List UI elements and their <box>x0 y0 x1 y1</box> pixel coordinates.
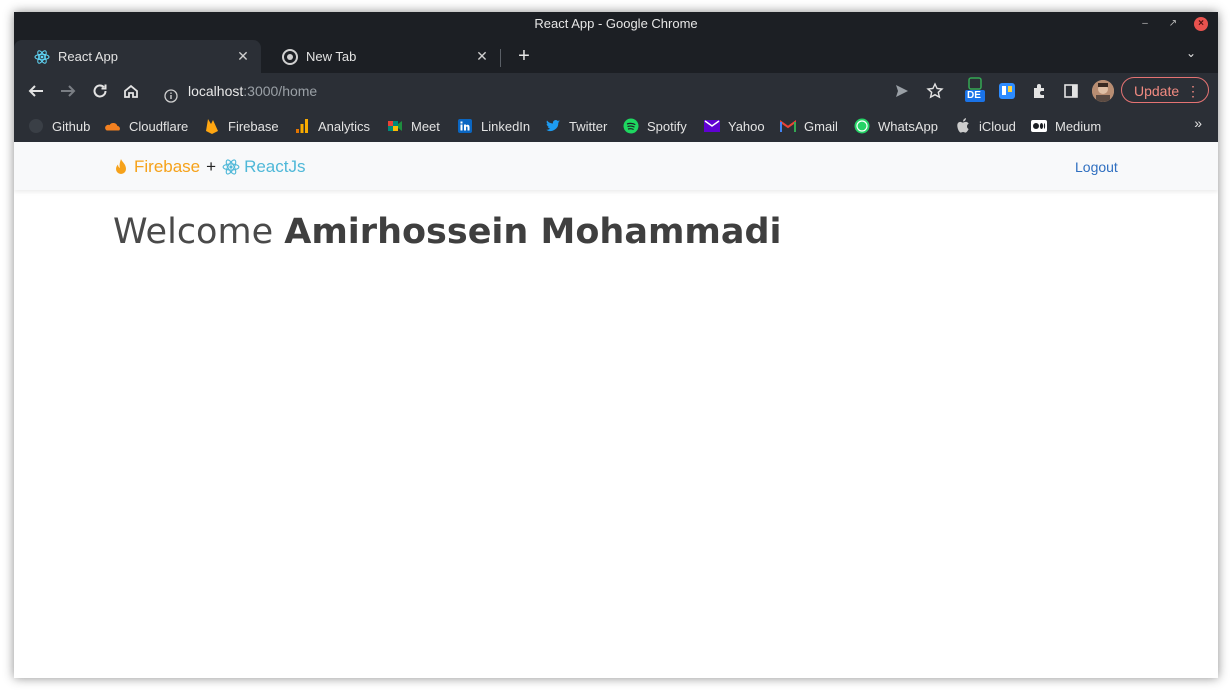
react-icon <box>34 49 50 65</box>
minimize-icon[interactable]: – <box>1138 17 1152 31</box>
twitter-icon <box>545 118 561 134</box>
bookmark-label: iCloud <box>979 118 1016 134</box>
close-window-icon[interactable]: × <box>1194 17 1208 31</box>
trello-extension-icon[interactable] <box>997 81 1017 101</box>
send-icon[interactable] <box>892 81 912 101</box>
bookmark-twitter[interactable]: Twitter <box>545 117 607 135</box>
bookmark-analytics[interactable]: Analytics <box>294 117 370 135</box>
bookmarks-bar: Github Cloudflare Firebase Analytics Mee… <box>14 109 1218 142</box>
flame-icon <box>113 158 129 176</box>
bookmark-label: LinkedIn <box>481 118 531 134</box>
welcome-word: Welcome <box>113 212 274 252</box>
medium-icon <box>1031 118 1047 134</box>
bookmark-icloud[interactable]: iCloud <box>955 117 1016 135</box>
welcome-heading: Welcome Amirhossein Mohammadi <box>113 212 782 252</box>
app-brand[interactable]: Firebase + ReactJs <box>113 157 306 177</box>
de-extension-icon[interactable]: DE <box>964 77 986 103</box>
bookmark-linkedin[interactable]: LinkedIn <box>457 117 530 135</box>
analytics-icon <box>294 118 310 134</box>
bookmark-label: Meet <box>411 118 440 134</box>
web-page: Firebase + ReactJs Logout Welcome Amirho… <box>14 142 1218 678</box>
extensions-puzzle-icon[interactable] <box>1029 81 1049 101</box>
tab-search-chevron-icon[interactable]: ⌄ <box>1186 46 1196 60</box>
de-badge: DE <box>967 90 981 101</box>
bookmark-label: WhatsApp <box>878 118 938 134</box>
browser-window: React App - Google Chrome – ↗ × React Ap… <box>14 12 1218 678</box>
bookmark-medium[interactable]: Medium <box>1031 117 1101 135</box>
bookmark-label: Firebase <box>228 118 279 134</box>
tab-close-icon[interactable]: ✕ <box>235 48 251 65</box>
reload-icon[interactable] <box>90 81 110 101</box>
logout-link[interactable]: Logout <box>1075 159 1118 175</box>
tab-new-tab[interactable]: New Tab ✕ <box>262 40 500 73</box>
tab-separator <box>500 49 501 67</box>
new-tab-plus-icon[interactable]: + <box>513 45 535 67</box>
react-logo-icon <box>222 158 240 176</box>
url-host: localhost <box>188 83 244 99</box>
bookmark-cloudflare[interactable]: Cloudflare <box>105 117 188 135</box>
restore-icon[interactable]: ↗ <box>1166 17 1180 31</box>
bookmark-meet[interactable]: Meet <box>387 117 440 135</box>
profile-avatar[interactable] <box>1092 80 1114 102</box>
side-panel-icon[interactable] <box>1061 81 1081 101</box>
chrome-icon <box>282 48 298 65</box>
bookmark-label: Yahoo <box>728 118 765 134</box>
window-title: React App - Google Chrome <box>534 16 698 31</box>
brand-plus: + <box>206 157 217 176</box>
firebase-icon <box>204 118 220 134</box>
whatsapp-icon <box>854 118 870 134</box>
title-bar: React App - Google Chrome – ↗ × <box>14 12 1218 40</box>
spotify-icon <box>623 118 639 134</box>
bookmark-firebase[interactable]: Firebase <box>204 117 279 135</box>
update-button[interactable]: Update ⋮ <box>1121 77 1209 103</box>
brand-firebase: Firebase <box>134 157 201 176</box>
forward-arrow-icon[interactable] <box>58 81 78 101</box>
menu-kebab-icon[interactable]: ⋮ <box>1186 78 1200 104</box>
gmail-icon <box>780 118 796 134</box>
window-controls: – ↗ × <box>1138 17 1208 31</box>
bookmark-label: Cloudflare <box>129 118 189 134</box>
user-name: Amirhossein Mohammadi <box>284 212 782 252</box>
bookmark-star-icon[interactable] <box>925 81 945 101</box>
tab-strip: React App ✕ New Tab ✕ + ⌄ <box>14 40 1218 73</box>
tab-label: New Tab <box>306 49 357 64</box>
update-label: Update <box>1134 83 1180 99</box>
back-arrow-icon[interactable] <box>26 81 46 101</box>
brand-react: ReactJs <box>244 157 306 176</box>
yahoo-icon <box>704 118 720 134</box>
meet-icon <box>387 118 403 134</box>
url-text: localhost:3000/home <box>188 77 317 105</box>
bookmark-gmail[interactable]: Gmail <box>780 117 838 135</box>
app-navbar: Firebase + ReactJs Logout <box>14 142 1218 190</box>
bookmark-label: Spotify <box>647 118 687 134</box>
apple-icon <box>955 118 971 134</box>
cloudflare-icon <box>105 118 121 134</box>
bookmark-label: Analytics <box>318 118 371 134</box>
bookmark-yahoo[interactable]: Yahoo <box>704 117 765 135</box>
address-bar[interactable]: localhost:3000/home <box>154 77 954 105</box>
tab-react-app[interactable]: React App ✕ <box>14 40 261 73</box>
tab-label: React App <box>58 49 118 64</box>
github-icon <box>28 118 44 134</box>
bookmark-github[interactable]: Github <box>28 117 90 135</box>
bookmark-label: Gmail <box>804 118 838 134</box>
site-info-icon[interactable] <box>164 84 178 103</box>
tab-close-icon[interactable]: ✕ <box>474 48 490 65</box>
bookmark-whatsapp[interactable]: WhatsApp <box>854 117 938 135</box>
linkedin-icon <box>457 118 473 134</box>
bookmark-label: Twitter <box>569 118 608 134</box>
bookmark-label: Medium <box>1055 118 1102 134</box>
more-bookmarks-chevron-icon[interactable]: » <box>1194 115 1202 131</box>
bookmark-spotify[interactable]: Spotify <box>623 117 687 135</box>
browser-toolbar: localhost:3000/home DE Update ⋮ <box>14 73 1218 109</box>
bookmark-label: Github <box>52 118 91 134</box>
home-icon[interactable] <box>121 81 141 101</box>
url-path: :3000/home <box>243 83 318 99</box>
